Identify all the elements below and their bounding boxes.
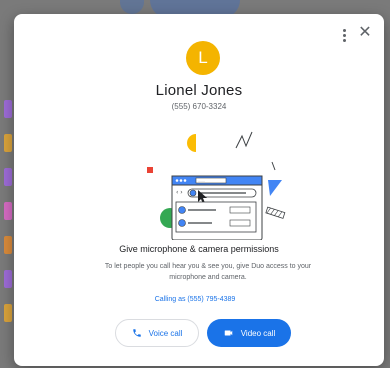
video-call-button[interactable]: Video call [207,319,291,347]
permissions-title: Give microphone & camera permissions [119,244,279,254]
video-call-label: Video call [240,328,276,338]
browser-window-graphic: ······· ‹ › [171,175,263,240]
background-sidebar [0,100,12,368]
yellow-shape [187,134,196,152]
background-decoration [120,0,144,14]
permissions-description: To let people you call hear you & see yo… [104,263,312,281]
calling-as-link[interactable]: Calling as (555) 795-4389 [14,296,376,303]
contact-phone: (555) 670-3324 [171,102,227,111]
permission-dialog: ✕ L Lionel Jones (555) 670-3324 ······· … [14,14,384,366]
more-options-button[interactable] [338,26,350,44]
striped-rectangle [265,206,286,219]
close-icon: ✕ [358,24,372,41]
voice-call-label: Voice call [148,328,183,338]
permissions-illustration: ······· ‹ › [147,131,286,240]
more-vert-icon [342,28,346,42]
blue-triangle [268,180,282,196]
red-square [147,167,153,173]
squiggle-doodle [235,131,253,149]
phone-icon [132,329,141,337]
contact-name: Lionel Jones [155,82,243,99]
browser-tab-text: ······· [198,179,205,183]
contact-avatar: L [186,41,220,75]
svg-text:‹ ›: ‹ › [176,189,183,196]
close-button[interactable]: ✕ [356,24,374,42]
videocam-icon [224,330,232,336]
voice-call-button[interactable]: Voice call [115,319,199,347]
